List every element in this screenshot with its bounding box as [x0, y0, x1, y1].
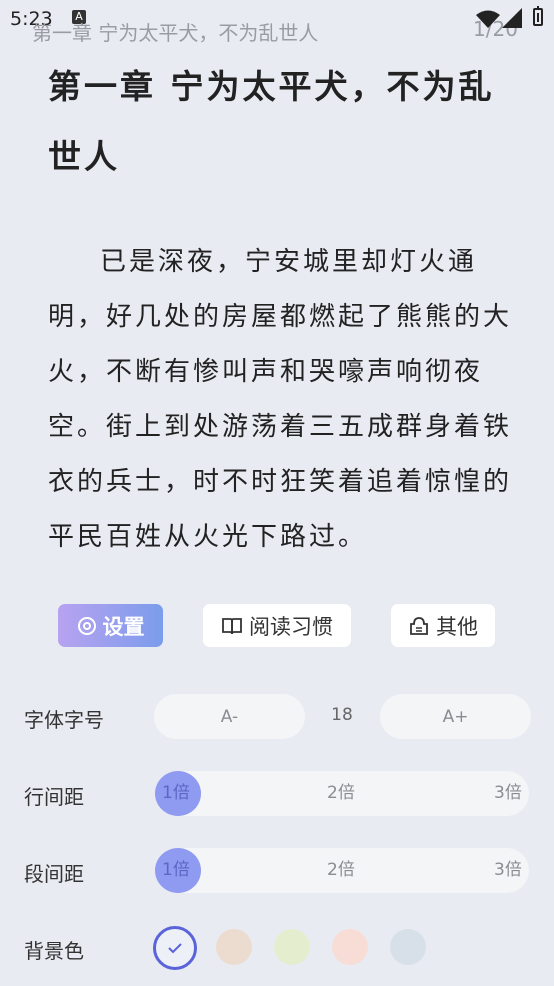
tab-reading-habits[interactable]: 阅读习惯: [203, 604, 351, 647]
font-size-value: 18: [331, 705, 353, 725]
tab-other-label: 其他: [436, 614, 478, 639]
gear-icon: [77, 616, 96, 635]
font-size-label: 字体字号: [24, 708, 104, 732]
line-spacing-option-1[interactable]: 1倍: [162, 771, 190, 816]
line-spacing-label: 行间距: [24, 785, 84, 809]
line-spacing-option-2[interactable]: 2倍: [327, 771, 355, 816]
line-spacing-option-3[interactable]: 3倍: [494, 771, 522, 816]
background-swatch-pink[interactable]: [332, 929, 368, 965]
background-color-label: 背景色: [24, 939, 84, 963]
check-icon: [168, 943, 182, 954]
book-icon: [222, 617, 242, 634]
background-swatch-beige[interactable]: [216, 929, 252, 965]
chapter-title: 第一章 宁为太平犬，不为乱世人: [48, 67, 495, 176]
tab-reading-habits-label: 阅读习惯: [249, 614, 333, 639]
font-increase-button[interactable]: A+: [380, 694, 531, 739]
line-spacing-selector[interactable]: 1倍 2倍 3倍: [155, 771, 529, 816]
paragraph-spacing-option-1[interactable]: 1倍: [162, 848, 190, 893]
other-icon: [410, 616, 428, 635]
background-swatch-selected[interactable]: [153, 926, 197, 970]
background-swatch-green[interactable]: [274, 929, 310, 965]
tab-settings[interactable]: 设置: [58, 604, 163, 647]
chapter-paragraph: 已是深夜，宁安城里却灯火通明，好几处的房屋都燃起了熊熊的大火，不断有惨叫声和哭嚎…: [48, 247, 513, 552]
font-decrease-button[interactable]: A-: [154, 694, 305, 739]
running-chapter-title: 第一章 宁为太平犬，不为乱世人: [32, 21, 319, 45]
paragraph-spacing-option-3[interactable]: 3倍: [494, 848, 522, 893]
tab-other[interactable]: 其他: [391, 604, 495, 647]
signal-icon: [476, 8, 522, 28]
tab-settings-label: 设置: [102, 614, 145, 639]
reader-page: 5:23 A 第一章 宁为太平犬，不为乱世人 1/20 第一章 宁为太平犬，不为…: [0, 0, 554, 986]
paragraph-spacing-label: 段间距: [24, 862, 84, 886]
paragraph-spacing-option-2[interactable]: 2倍: [327, 848, 355, 893]
battery-icon: [533, 6, 543, 26]
paragraph-spacing-selector[interactable]: 1倍 2倍 3倍: [155, 848, 529, 893]
background-swatch-blue-gray[interactable]: [390, 929, 426, 965]
